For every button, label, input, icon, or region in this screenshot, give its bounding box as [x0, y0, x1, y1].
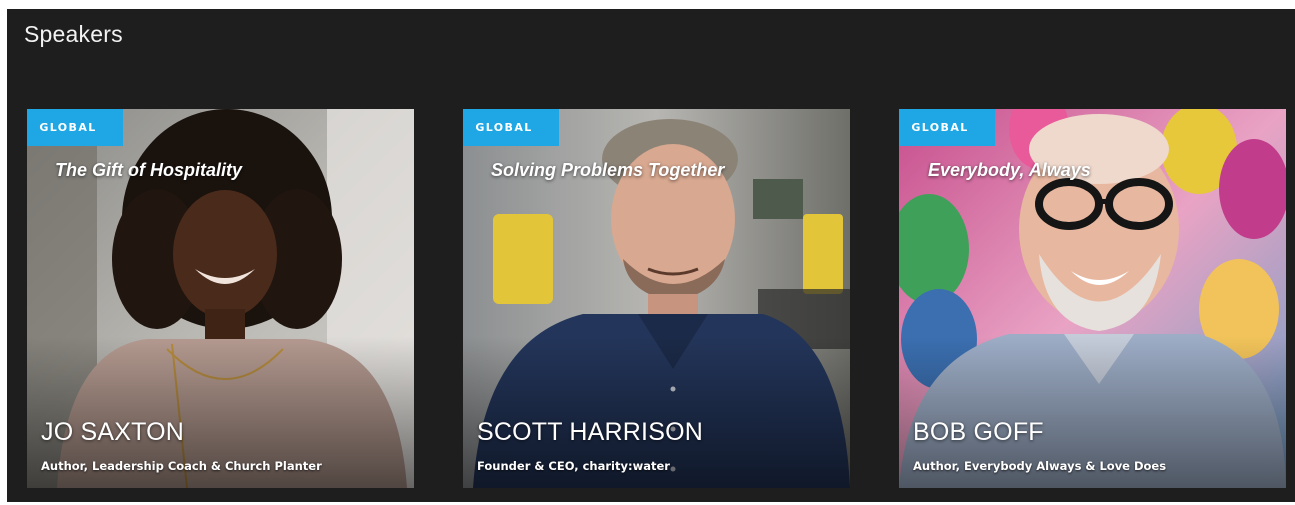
- speaker-role: Author, Leadership Coach & Church Plante…: [41, 459, 322, 473]
- speaker-card-bob-goff[interactable]: GLOBAL Everybody, Always BOB GOFF Author…: [899, 109, 1286, 488]
- talk-title: The Gift of Hospitality: [55, 160, 242, 180]
- speaker-card-jo-saxton[interactable]: GLOBAL The Gift of Hospitality JO SAXTON…: [27, 109, 414, 488]
- scope-badge: GLOBAL: [899, 109, 995, 146]
- speaker-role: Author, Everybody Always & Love Does: [913, 459, 1167, 473]
- talk-title: Everybody, Always: [928, 160, 1091, 180]
- section-title: Speakers: [24, 21, 123, 47]
- speakers-section: Speakers GLOBAL The Gift of Hospitality …: [7, 9, 1295, 502]
- speaker-name: BOB GOFF: [913, 418, 1044, 446]
- speaker-name: JO SAXTON: [41, 418, 185, 446]
- speaker-card-scott-harrison[interactable]: GLOBAL Solving Problems Together SCOTT H…: [463, 109, 850, 488]
- talk-title: Solving Problems Together: [491, 160, 725, 180]
- scope-badge: GLOBAL: [463, 109, 559, 146]
- speaker-cards: GLOBAL The Gift of Hospitality JO SAXTON…: [27, 109, 1289, 488]
- speaker-name: SCOTT HARRISON: [477, 418, 703, 446]
- speaker-role: Founder & CEO, charity:water: [477, 459, 670, 473]
- scope-badge: GLOBAL: [27, 109, 123, 146]
